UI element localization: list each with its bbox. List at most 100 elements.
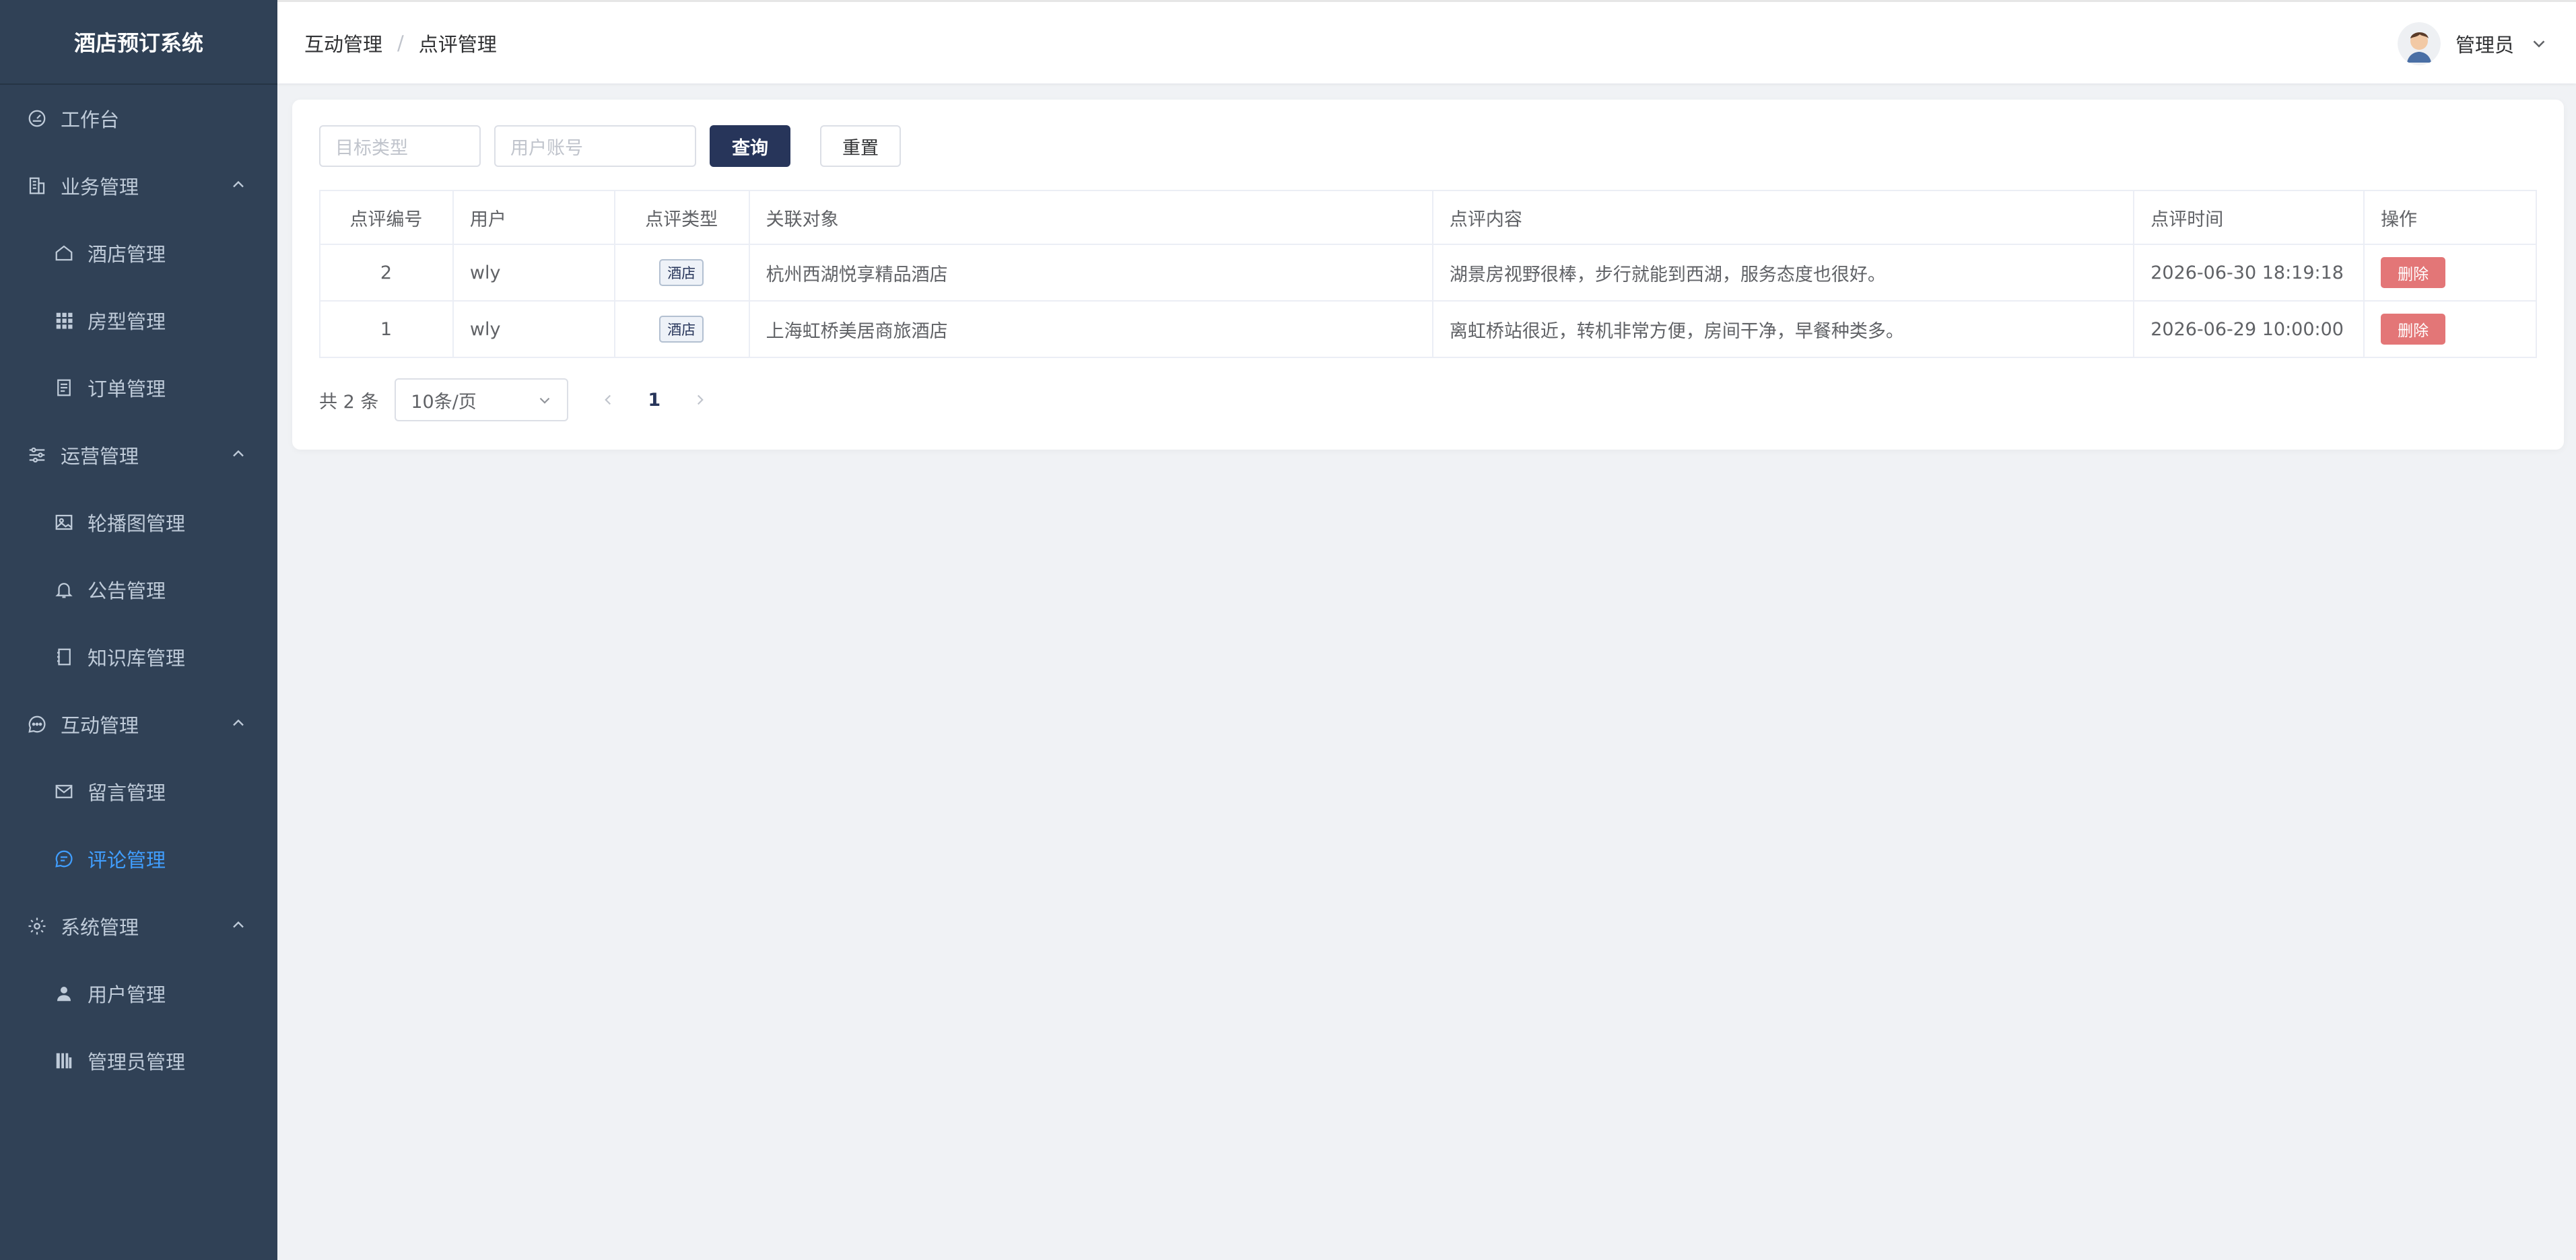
- sidebar-group-system[interactable]: 系统管理: [0, 893, 277, 960]
- breadcrumb: 互动管理 / 点评管理: [304, 29, 497, 57]
- cell-id: 2: [319, 244, 454, 302]
- search-toolbar: 目标类型 用户账号 查询 重置: [319, 125, 901, 167]
- table-row: 2 wly 酒店 杭州西湖悦享精品酒店 湖景房视野很棒，步行就能到西湖，服务态度…: [319, 244, 2537, 302]
- sidebar-item-room-type[interactable]: 房型管理: [0, 287, 277, 354]
- sidebar-item-admin[interactable]: 管理员管理: [0, 1027, 277, 1094]
- pagination: 共 2 条 10条/页 1: [319, 378, 709, 421]
- grid-icon: [53, 309, 75, 332]
- sidebar-item-label: 公告管理: [88, 580, 166, 602]
- sliders-icon: [26, 444, 48, 466]
- column-header-time: 点评时间: [2133, 190, 2365, 245]
- type-tag: 酒店: [659, 259, 704, 286]
- sidebar-group-operation[interactable]: 运营管理: [0, 421, 277, 489]
- sidebar-item-user[interactable]: 用户管理: [0, 960, 277, 1027]
- next-page-icon[interactable]: [691, 391, 709, 409]
- cell-user: wly: [452, 244, 615, 302]
- document-icon: [53, 376, 75, 399]
- column-header-target: 关联对象: [748, 190, 1433, 245]
- target-type-input[interactable]: 目标类型: [319, 125, 481, 167]
- cell-time: 2026-06-30 18:19:18: [2133, 244, 2365, 302]
- column-header-action: 操作: [2363, 190, 2537, 245]
- content-card: 目标类型 用户账号 查询 重置 点评编号 用户 点评类型 关联对象 点评内容 点…: [292, 100, 2564, 450]
- chevron-up-icon: [233, 450, 244, 457]
- cell-time: 2026-06-29 10:00:00: [2133, 300, 2365, 358]
- page-number-current[interactable]: 1: [648, 390, 660, 411]
- gear-icon: [26, 915, 48, 938]
- column-header-user: 用户: [452, 190, 615, 245]
- cell-user: wly: [452, 300, 615, 358]
- cell-content: 湖景房视野很棒，步行就能到西湖，服务态度也很好。: [1431, 244, 2135, 302]
- type-tag: 酒店: [659, 316, 704, 343]
- sidebar-item-label: 知识库管理: [88, 647, 186, 670]
- cell-type: 酒店: [613, 300, 750, 358]
- sidebar-item-label: 工作台: [61, 108, 120, 131]
- sidebar-item-notice[interactable]: 公告管理: [0, 556, 277, 623]
- sidebar-item-label: 管理员管理: [88, 1051, 186, 1074]
- prev-page-icon[interactable]: [599, 391, 617, 409]
- sidebar: 酒店预订系统 工作台 业务管理 酒店管理 房型管理 订单管理 运营管理 轮播图管…: [0, 0, 277, 1260]
- sidebar-item-label: 订单管理: [88, 378, 166, 400]
- sidebar-item-message[interactable]: 留言管理: [0, 758, 277, 825]
- sidebar-item-label: 运营管理: [61, 445, 139, 468]
- sidebar-item-order[interactable]: 订单管理: [0, 354, 277, 421]
- chat-icon: [26, 713, 48, 736]
- chevron-up-icon: [233, 921, 244, 928]
- column-header-content: 点评内容: [1431, 190, 2135, 245]
- user-account-input[interactable]: 用户账号: [494, 125, 696, 167]
- bell-icon: [53, 578, 75, 601]
- user-icon: [53, 982, 75, 1005]
- top-header: 互动管理 / 点评管理 管理员: [277, 0, 2576, 83]
- user-menu[interactable]: 管理员: [2397, 22, 2549, 65]
- cell-type: 酒店: [613, 244, 750, 302]
- sidebar-item-label: 评论管理: [88, 849, 166, 872]
- avatar: [2397, 22, 2441, 65]
- chevron-up-icon: [233, 180, 244, 188]
- delete-button[interactable]: 删除: [2381, 257, 2446, 288]
- cell-action: 删除: [2363, 300, 2537, 358]
- cell-id: 1: [319, 300, 454, 358]
- admin-icon: [53, 1049, 75, 1072]
- breadcrumb-separator: /: [397, 31, 404, 55]
- table-row: 1 wly 酒店 上海虹桥美居商旅酒店 离虹桥站很近，转机非常方便，房间干净，早…: [319, 300, 2537, 358]
- cell-target: 杭州西湖悦享精品酒店: [748, 244, 1433, 302]
- user-name: 管理员: [2455, 34, 2514, 57]
- comment-table: 点评编号 用户 点评类型 关联对象 点评内容 点评时间 操作 2 wly 酒店 …: [319, 190, 2537, 358]
- sidebar-item-label: 用户管理: [88, 983, 166, 1006]
- cell-action: 删除: [2363, 244, 2537, 302]
- building-icon: [26, 174, 48, 197]
- chevron-down-icon: [540, 397, 550, 404]
- table-header: 点评编号 用户 点评类型 关联对象 点评内容 点评时间 操作: [319, 190, 2537, 245]
- sidebar-item-comment[interactable]: 评论管理: [0, 825, 277, 893]
- sidebar-item-label: 轮播图管理: [88, 512, 186, 535]
- image-icon: [53, 511, 75, 534]
- sidebar-item-hotel[interactable]: 酒店管理: [0, 219, 277, 287]
- comment-icon: [53, 847, 75, 870]
- query-button[interactable]: 查询: [710, 125, 790, 167]
- notebook-icon: [53, 645, 75, 668]
- sidebar-item-carousel[interactable]: 轮播图管理: [0, 489, 277, 556]
- sidebar-item-label: 业务管理: [61, 176, 139, 199]
- sidebar-item-label: 系统管理: [61, 916, 139, 939]
- cell-content: 离虹桥站很近，转机非常方便，房间干净，早餐种类多。: [1431, 300, 2135, 358]
- page-size-value: 10条/页: [411, 391, 477, 413]
- sidebar-item-knowledge[interactable]: 知识库管理: [0, 623, 277, 691]
- sidebar-group-business[interactable]: 业务管理: [0, 152, 277, 219]
- reset-button[interactable]: 重置: [820, 125, 901, 167]
- cell-target: 上海虹桥美居商旅酒店: [748, 300, 1433, 358]
- dashboard-icon: [26, 107, 48, 130]
- total-count: 共 2 条: [319, 391, 379, 413]
- sidebar-item-dashboard[interactable]: 工作台: [0, 85, 277, 152]
- mail-icon: [53, 780, 75, 803]
- chevron-up-icon: [233, 719, 244, 726]
- home-icon: [53, 242, 75, 265]
- sidebar-group-interaction[interactable]: 互动管理: [0, 691, 277, 758]
- sidebar-item-label: 房型管理: [88, 310, 166, 333]
- sidebar-item-label: 留言管理: [88, 781, 166, 804]
- chevron-down-icon: [2533, 40, 2545, 48]
- breadcrumb-item-current: 点评管理: [418, 32, 497, 56]
- sidebar-item-label: 酒店管理: [88, 243, 166, 266]
- breadcrumb-item-parent[interactable]: 互动管理: [304, 29, 382, 57]
- delete-button[interactable]: 删除: [2381, 314, 2446, 345]
- app-title: 酒店预订系统: [0, 0, 277, 85]
- page-size-select[interactable]: 10条/页: [395, 378, 569, 421]
